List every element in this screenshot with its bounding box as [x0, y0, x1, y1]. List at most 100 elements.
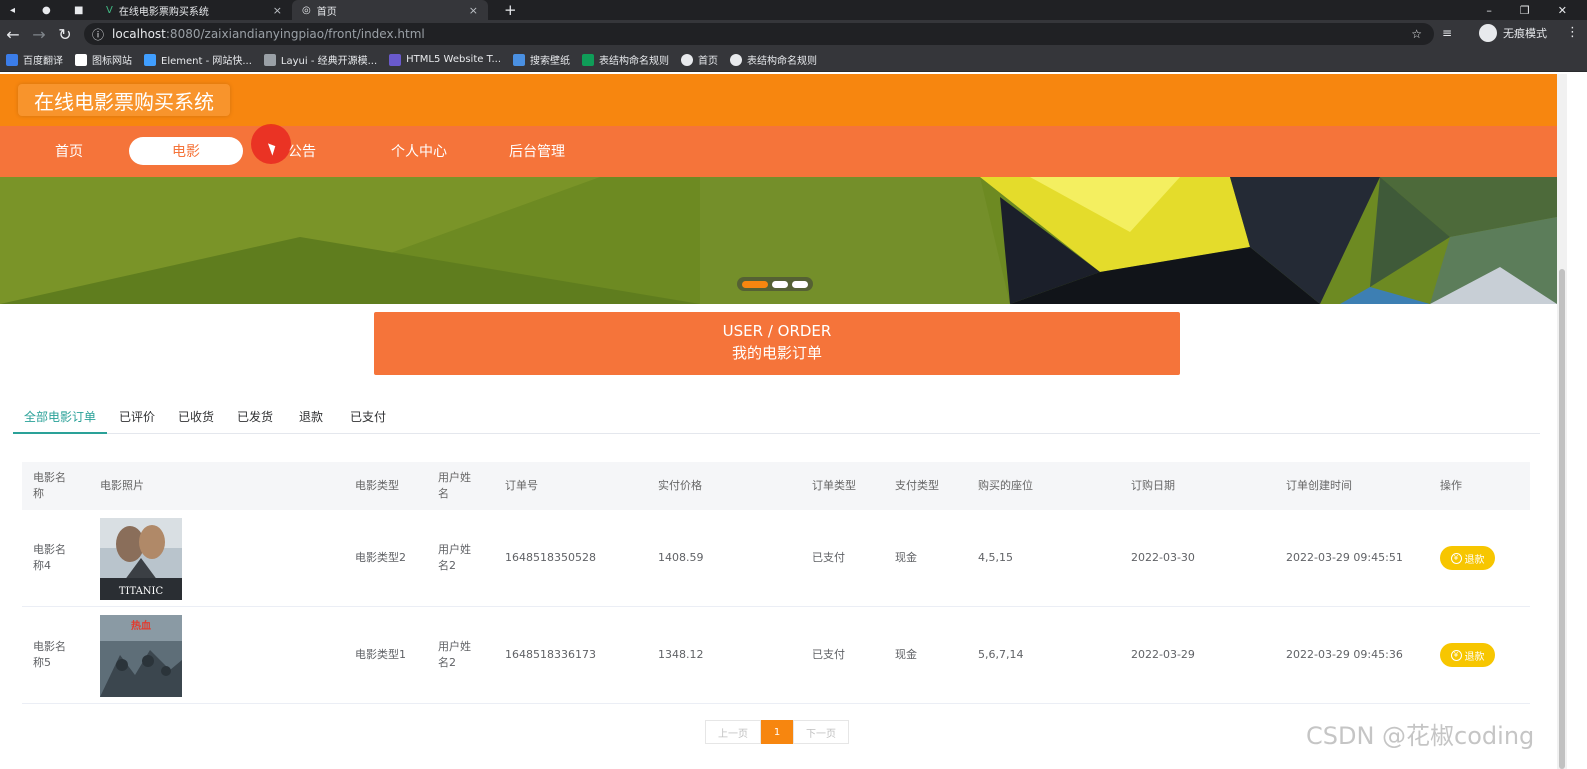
site-title[interactable]: 在线电影票购买系统	[18, 84, 230, 116]
carousel-indicators	[737, 277, 813, 291]
bookmark-label: Element - 网站快...	[161, 56, 252, 67]
cell-user-name: 用户姓名2	[438, 640, 471, 669]
cell-price: 1408.59	[658, 551, 704, 564]
bookmarks-bar: 百度翻译 图标网站 Element - 网站快... Layui - 经典开源模…	[0, 48, 1587, 72]
cell-price: 1348.12	[658, 648, 704, 661]
menu-icon[interactable]: ⋮	[1566, 25, 1579, 40]
layui-icon	[263, 53, 276, 66]
col-movie-photo: 电影照片	[100, 479, 144, 492]
nav-admin[interactable]: 后台管理	[480, 137, 594, 165]
globe-icon: ◎	[302, 4, 311, 16]
cell-movie-name: 电影名称5	[33, 640, 66, 669]
section-title-en: USER / ORDER	[722, 322, 832, 340]
cell-pay-type: 现金	[895, 648, 917, 661]
movie-poster-image: TITANIC	[100, 518, 182, 600]
url-input[interactable]: ⓘ localhost:8080/zaixiandianyingpiao/fro…	[84, 23, 1434, 45]
window-tab-icon[interactable]: ■	[64, 0, 94, 20]
scrollbar-thumb[interactable]	[1559, 269, 1565, 769]
tab-paid[interactable]: 已支付	[350, 400, 386, 433]
sheet-icon	[582, 53, 595, 66]
nav-home[interactable]: 首页	[12, 137, 126, 165]
carousel-dot[interactable]	[772, 280, 788, 288]
reload-icon[interactable]: ↻	[52, 25, 78, 44]
bookmark-item[interactable]: 百度翻译	[6, 52, 63, 67]
bookmark-label: 搜索壁纸	[530, 56, 571, 67]
close-tab-icon[interactable]: ×	[469, 4, 478, 17]
tab-label: 首页	[316, 6, 337, 18]
vue-icon: V	[106, 4, 113, 16]
html5-icon	[389, 53, 402, 66]
close-tab-icon[interactable]: ×	[273, 4, 282, 17]
cell-order-type: 已支付	[812, 648, 845, 661]
refund-button[interactable]: ¥ 退款	[1440, 643, 1495, 667]
page-scrollbar[interactable]	[1557, 74, 1567, 769]
tab-reviewed[interactable]: 已评价	[119, 400, 155, 433]
incognito-icon	[1479, 24, 1497, 42]
bookmark-item[interactable]: HTML5 Website T...	[389, 53, 501, 66]
bookmark-item[interactable]: 搜索壁纸	[513, 52, 570, 67]
bookmark-item[interactable]: 表结构命名规则	[582, 52, 669, 67]
tab-shipped[interactable]: 已发货	[237, 400, 273, 433]
minimize-icon[interactable]: –	[1486, 4, 1492, 17]
tab-received[interactable]: 已收货	[178, 400, 214, 433]
bookmark-item[interactable]: 表结构命名规则	[730, 52, 817, 67]
bookmark-label: 图标网站	[92, 56, 132, 67]
order-tabs: 全部电影订单 已评价 已收货 已发货 退款 已支付	[13, 400, 1540, 434]
incognito-badge[interactable]: 无痕模式	[1479, 24, 1547, 42]
refund-label: 退款	[1464, 651, 1485, 663]
tab-home[interactable]: ◎ 首页 ×	[292, 0, 488, 20]
bookmark-label: 首页	[698, 56, 719, 67]
forward-icon[interactable]: →	[26, 25, 52, 44]
bookmark-item[interactable]: 首页	[681, 52, 718, 67]
col-price: 实付价格	[658, 479, 702, 492]
bookmark-label: 百度翻译	[23, 56, 63, 67]
bookmark-item[interactable]: Element - 网站快...	[144, 52, 252, 67]
tab-refund[interactable]: 退款	[299, 400, 323, 433]
new-tab-button[interactable]: +	[494, 0, 518, 20]
cell-seats: 5,6,7,14	[978, 648, 1024, 661]
cell-pay-type: 现金	[895, 551, 917, 564]
back-icon[interactable]: ←	[0, 25, 26, 44]
col-order-no: 订单号	[505, 479, 538, 492]
nav-movies[interactable]: 电影	[129, 137, 243, 165]
reading-list-icon[interactable]: ≡	[1442, 26, 1452, 40]
cell-order-no: 1648518336173	[505, 648, 596, 661]
yen-icon: ¥	[1450, 552, 1462, 564]
globe-tab-icon[interactable]: ●	[32, 0, 62, 20]
cell-created-time: 2022-03-29 09:45:51	[1286, 551, 1403, 564]
yen-icon: ¥	[1450, 649, 1462, 661]
col-seats: 购买的座位	[978, 479, 1033, 492]
bookmark-item[interactable]: 图标网站	[75, 52, 132, 67]
close-window-icon[interactable]: ✕	[1558, 4, 1567, 17]
carousel-dot[interactable]	[792, 280, 808, 288]
section-title-zh: 我的电影订单	[731, 344, 822, 362]
col-user-name: 用户姓名	[438, 471, 471, 500]
refund-button[interactable]: ¥ 退款	[1440, 546, 1495, 570]
tab-all-orders[interactable]: 全部电影订单	[13, 400, 107, 434]
refund-label: 退款	[1464, 554, 1485, 566]
col-order-date: 订购日期	[1131, 479, 1175, 492]
audio-icon[interactable]: ◂	[0, 0, 30, 20]
page-number-button[interactable]: 1	[761, 720, 793, 744]
poster-title: TITANIC	[119, 586, 164, 597]
bookmark-item[interactable]: Layui - 经典开源模...	[263, 52, 377, 67]
url-path: :8080/zaixiandianyingpiao/front/index.ht…	[165, 27, 425, 41]
carousel-dot[interactable]	[742, 280, 768, 288]
globe-icon	[730, 53, 743, 66]
cell-created-time: 2022-03-29 09:45:36	[1286, 648, 1403, 661]
cell-order-type: 已支付	[812, 551, 845, 564]
nav-user-center[interactable]: 个人中心	[362, 137, 476, 165]
cell-seats: 4,5,15	[978, 551, 1013, 564]
tab-system[interactable]: V 在线电影票购买系统 ×	[96, 0, 292, 20]
restore-icon[interactable]: ❐	[1520, 4, 1530, 17]
cell-order-date: 2022-03-29	[1131, 648, 1195, 661]
prev-page-button[interactable]: 上一页	[705, 720, 761, 744]
next-page-button[interactable]: 下一页	[793, 720, 849, 744]
col-movie-type: 电影类型	[355, 479, 399, 492]
translate-icon	[6, 53, 18, 66]
table-row: 电影名称5 热血 电影类型1 用户姓名2 1648518336173 1348.…	[22, 607, 1530, 704]
movie-poster-image: 热血	[100, 615, 182, 697]
info-icon: ⓘ	[92, 27, 105, 42]
star-icon[interactable]: ☆	[1411, 27, 1422, 41]
bookmark-label: 表结构命名规则	[747, 56, 818, 67]
